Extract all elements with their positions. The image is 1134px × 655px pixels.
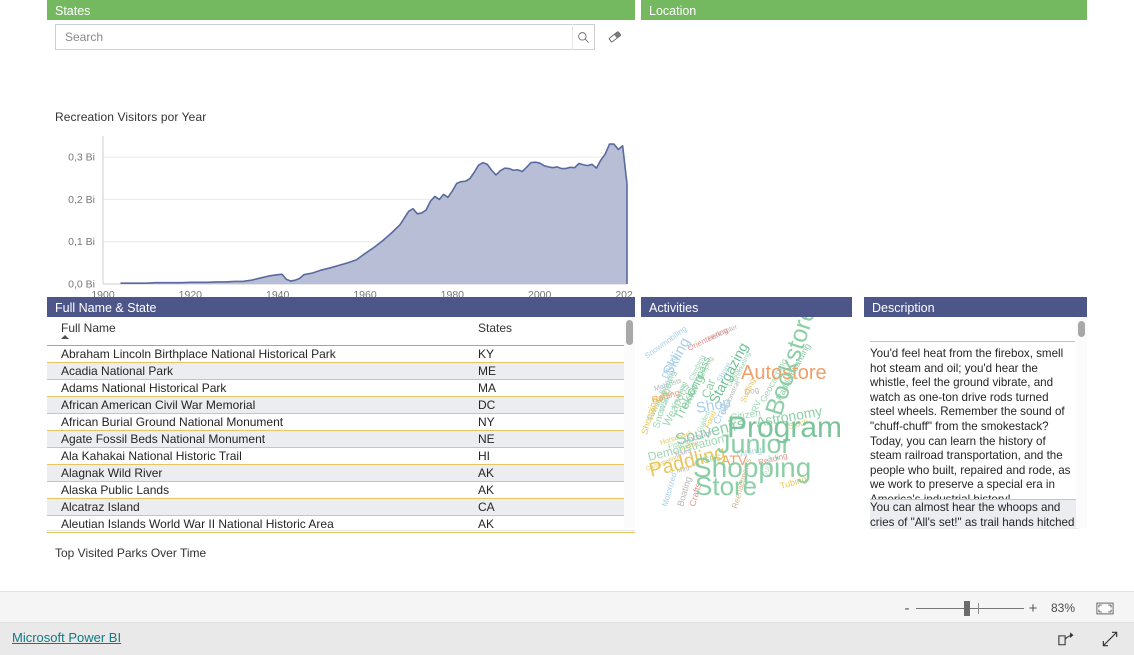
cell-state[interactable]: CA bbox=[469, 498, 635, 516]
activities-visual-body[interactable]: Canyoneering Helicopter Motorists Mint Snork… bbox=[641, 317, 852, 528]
column-header-full-name-label: Full Name bbox=[61, 321, 116, 335]
table-scrollbar-thumb[interactable] bbox=[626, 320, 633, 345]
cell-state[interactable]: HI bbox=[469, 447, 635, 465]
table-scrollbar-track[interactable] bbox=[624, 317, 635, 528]
location-visual-body[interactable] bbox=[641, 20, 1087, 288]
share-icon[interactable] bbox=[1056, 629, 1076, 649]
table-row[interactable]: Ala Kahakai National Historic Trail HI bbox=[47, 447, 635, 465]
zoom-slider[interactable] bbox=[916, 593, 1024, 623]
search-icon[interactable] bbox=[572, 24, 594, 50]
cell-state[interactable]: AK bbox=[469, 464, 635, 482]
table-row[interactable]: Alcatraz Island CA bbox=[47, 498, 635, 516]
cell-full-name[interactable]: African Burial Ground National Monument bbox=[47, 413, 469, 431]
fullscreen-icon[interactable] bbox=[1100, 629, 1120, 649]
column-header-states-label: States bbox=[478, 321, 513, 335]
description-scrollbar-track[interactable] bbox=[1076, 317, 1087, 528]
cell-full-name[interactable]: Ala Kahakai National Historic Trail bbox=[47, 447, 469, 465]
recreation-visitors-area-chart[interactable]: 0,0 Bi 0,1 Bi 0,2 Bi 0,3 Bi 1900 1920 1940 1960… bbox=[55, 128, 639, 306]
footer-actions bbox=[1056, 623, 1120, 655]
cell-full-name[interactable]: Alcatraz Island bbox=[47, 498, 469, 516]
divider bbox=[47, 530, 635, 531]
location-visual-title: Location bbox=[641, 0, 1087, 20]
word-cloud[interactable]: Canyoneering Helicopter Motorists Mint Snork… bbox=[641, 317, 852, 528]
parks-table[interactable]: Full Name States Abraham Lincoln Birthpl… bbox=[47, 317, 635, 533]
microsoft-power-bi-link[interactable]: Microsoft Power BI bbox=[12, 630, 121, 645]
word-cloud-word[interactable]: Shopping bbox=[693, 452, 811, 483]
cell-state[interactable]: NY bbox=[469, 413, 635, 431]
cell-state[interactable]: AK bbox=[469, 481, 635, 499]
description-row-2[interactable]: You can almost hear the whoops and cries… bbox=[870, 499, 1079, 529]
description-header-rule bbox=[870, 341, 1075, 342]
search-box[interactable] bbox=[55, 24, 595, 50]
description-row-1[interactable]: You'd feel heat from the firebox, smell … bbox=[870, 346, 1079, 510]
zoom-controls: - + 83% bbox=[898, 592, 1118, 624]
description-scrollbar-thumb[interactable] bbox=[1078, 321, 1085, 337]
description-visual-title: Description bbox=[864, 297, 1087, 317]
fit-to-page-icon[interactable] bbox=[1092, 593, 1118, 623]
column-header-states[interactable]: States bbox=[469, 317, 635, 346]
zoom-percent-label: 83% bbox=[1050, 601, 1076, 615]
sort-ascending-icon bbox=[61, 335, 69, 339]
table-row[interactable]: Alagnak Wild River AK bbox=[47, 464, 635, 482]
footer-bar: Microsoft Power BI bbox=[0, 623, 1134, 655]
report-canvas: States Recreation Visitors por Year 0,0 … bbox=[0, 0, 1134, 655]
table-row[interactable]: Alaska Public Lands AK bbox=[47, 481, 635, 499]
y-axis-tick-label: 0,1 Bi bbox=[68, 236, 95, 248]
fullname-state-table-body[interactable]: Full Name States Abraham Lincoln Birthpl… bbox=[47, 317, 635, 533]
cell-full-name[interactable]: Alaska Public Lands bbox=[47, 481, 469, 499]
cell-full-name[interactable]: Alagnak Wild River bbox=[47, 464, 469, 482]
table-row[interactable]: Acadia National Park ME bbox=[47, 362, 635, 380]
top-visited-parks-chart-title: Top Visited Parks Over Time bbox=[55, 546, 207, 560]
cell-full-name[interactable]: African American Civil War Memorial bbox=[47, 396, 469, 414]
cell-full-name[interactable]: Adams National Historical Park bbox=[47, 379, 469, 397]
cell-full-name[interactable]: Abraham Lincoln Birthplace National Hist… bbox=[47, 345, 469, 363]
cell-state[interactable]: MA bbox=[469, 379, 635, 397]
status-bar: - + 83% bbox=[0, 591, 1134, 623]
table-header-row: Full Name States bbox=[47, 317, 635, 346]
y-axis-tick-label: 0,2 Bi bbox=[68, 194, 95, 206]
word-cloud-word[interactable]: Program bbox=[727, 411, 842, 444]
zoom-slider-rail bbox=[916, 608, 1024, 609]
activities-visual-title: Activities bbox=[641, 297, 852, 317]
states-slicer-body: Recreation Visitors por Year 0,0 Bi0,1 B… bbox=[47, 20, 639, 301]
zoom-in-button[interactable]: + bbox=[1024, 593, 1042, 623]
zoom-slider-thumb[interactable] bbox=[964, 601, 970, 616]
table-row[interactable]: African Burial Ground National Monument N… bbox=[47, 413, 635, 431]
table-row[interactable]: Adams National Historical Park MA bbox=[47, 379, 635, 397]
description-visual-body[interactable]: You'd feel heat from the firebox, smell … bbox=[864, 317, 1087, 529]
eraser-icon[interactable] bbox=[605, 28, 625, 46]
zoom-out-button[interactable]: - bbox=[898, 593, 916, 623]
states-slicer-title: States bbox=[47, 0, 635, 20]
chart-area-fill bbox=[120, 144, 627, 284]
table-row[interactable]: Abraham Lincoln Birthplace National Hist… bbox=[47, 345, 635, 363]
search-input[interactable] bbox=[56, 26, 572, 48]
cell-state[interactable]: ME bbox=[469, 362, 635, 380]
fullname-state-table-title: Full Name & State bbox=[47, 297, 635, 317]
word-cloud-word[interactable]: Orienteering bbox=[686, 325, 730, 352]
cell-full-name[interactable]: Agate Fossil Beds National Monument bbox=[47, 430, 469, 448]
y-axis-tick-label: 0,3 Bi bbox=[68, 152, 95, 164]
zoom-slider-tick bbox=[978, 603, 979, 614]
table-row[interactable]: African American Civil War Memorial DC bbox=[47, 396, 635, 414]
cell-full-name[interactable]: Acadia National Park bbox=[47, 362, 469, 380]
cell-state[interactable]: NE bbox=[469, 430, 635, 448]
cell-state[interactable]: DC bbox=[469, 396, 635, 414]
table-row[interactable]: Agate Fossil Beds National Monument NE bbox=[47, 430, 635, 448]
word-cloud-word[interactable]: Dog bbox=[744, 385, 760, 397]
cell-state[interactable]: KY bbox=[469, 345, 635, 363]
column-header-full-name[interactable]: Full Name bbox=[47, 317, 469, 346]
chart-title: Recreation Visitors por Year bbox=[55, 110, 207, 124]
